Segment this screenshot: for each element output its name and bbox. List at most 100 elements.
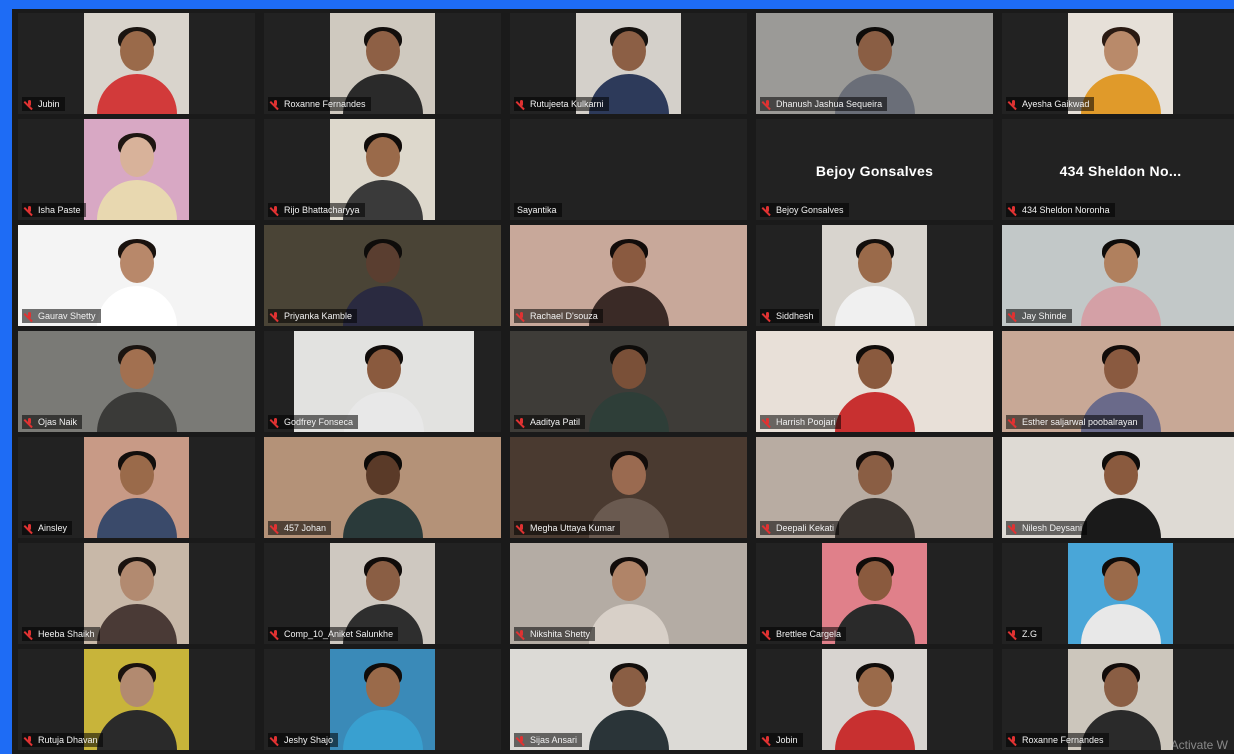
participant-tile[interactable]: Ayesha Gaikwad [1002, 13, 1234, 114]
participant-video [84, 13, 189, 114]
participant-name: Gaurav Shetty [38, 311, 96, 321]
participant-tile[interactable]: Jobin [756, 649, 993, 750]
muted-mic-icon [25, 99, 34, 109]
muted-mic-icon [763, 205, 772, 215]
participant-name: Dhanush Jashua Sequeira [776, 99, 883, 109]
participant-name-label: Priyanka Kamble [268, 309, 358, 323]
participant-name: Jubin [38, 99, 60, 109]
participant-head [365, 561, 400, 601]
participant-tile[interactable]: Megha Uttaya Kumar [510, 437, 747, 538]
participant-body [342, 498, 423, 538]
participant-name-label: Heeba Shaikh [22, 627, 100, 641]
participant-name-label: Z.G [1006, 627, 1042, 641]
participant-tile[interactable]: Nilesh Deysani [1002, 437, 1234, 538]
participant-body [96, 710, 177, 750]
participant-tile[interactable]: Aaditya Patil [510, 331, 747, 432]
participant-tile[interactable]: Deepali Kekati [756, 437, 993, 538]
participant-tile[interactable]: Nikshita Shetty [510, 543, 747, 644]
participant-video [822, 225, 927, 326]
muted-mic-icon [25, 523, 34, 533]
participant-tile[interactable]: Jeshy Shajo [264, 649, 501, 750]
participant-head [1103, 561, 1138, 601]
muted-mic-icon [763, 311, 772, 321]
participant-tile[interactable]: Sijas Ansari [510, 649, 747, 750]
participant-head [1103, 667, 1138, 707]
participant-head [857, 31, 892, 71]
participant-tile[interactable]: Siddhesh [756, 225, 993, 326]
muted-mic-icon [271, 629, 280, 639]
muted-mic-icon [1009, 311, 1018, 321]
participant-tile[interactable]: Jay Shinde [1002, 225, 1234, 326]
participant-name: Esther saljarwal poobalrayan [1022, 417, 1138, 427]
participant-tile[interactable]: Harrish Poojari [756, 331, 993, 432]
muted-mic-icon [25, 735, 34, 745]
participant-tile[interactable]: Godfrey Fonseca [264, 331, 501, 432]
participant-head [367, 349, 401, 389]
participant-tile[interactable]: Sayantika [510, 119, 747, 220]
participant-tile[interactable]: Roxanne Fernandes [264, 13, 501, 114]
participant-tile[interactable]: Heeba Shaikh [18, 543, 255, 644]
participant-body [96, 392, 177, 432]
participant-tile[interactable]: Bejoy Gonsalves Bejoy Gonsalves [756, 119, 993, 220]
participant-body [1080, 498, 1161, 538]
participant-head [365, 137, 400, 177]
muted-mic-icon [25, 311, 34, 321]
participant-head [611, 667, 646, 707]
participant-name-label: Esther saljarwal poobalrayan [1006, 415, 1143, 429]
participant-name: Sijas Ansari [530, 735, 578, 745]
participant-head [857, 455, 892, 495]
participant-name: 434 Sheldon Noronha [1022, 205, 1110, 215]
participant-name: Comp_10_Aniket Salunkhe [284, 629, 394, 639]
participant-head [611, 243, 646, 283]
participant-head [365, 243, 400, 283]
participant-head [1103, 349, 1138, 389]
participant-video [84, 437, 189, 538]
participant-tile[interactable]: Esther saljarwal poobalrayan [1002, 331, 1234, 432]
participant-name-label: Ayesha Gaikwad [1006, 97, 1095, 111]
participant-name: Jeshy Shajo [284, 735, 334, 745]
participant-name: Deepali Kekati [776, 523, 835, 533]
participant-tile[interactable]: Comp_10_Aniket Salunkhe [264, 543, 501, 644]
participant-tile[interactable]: Dhanush Jashua Sequeira [756, 13, 993, 114]
participant-name: Brettlee Cargela [776, 629, 842, 639]
participant-video [330, 649, 435, 750]
participant-tile[interactable]: Gaurav Shetty [18, 225, 255, 326]
participant-body [96, 286, 177, 326]
participant-name: Roxanne Fernandes [1022, 735, 1104, 745]
participant-name: Heeba Shaikh [38, 629, 95, 639]
participant-body [1080, 286, 1161, 326]
participant-head [365, 455, 400, 495]
participant-tile[interactable]: Priyanka Kamble [264, 225, 501, 326]
participant-body [1080, 604, 1161, 644]
participant-name: Ainsley [38, 523, 68, 533]
participant-tile[interactable]: Roxanne Fernandes [1002, 649, 1234, 750]
participant-tile[interactable]: 434 Sheldon No... 434 Sheldon Noronha [1002, 119, 1234, 220]
participant-name: Sayantika [517, 205, 557, 215]
participant-head [1103, 455, 1138, 495]
muted-mic-icon [517, 735, 526, 745]
participant-name-label: Harrish Poojari [760, 415, 841, 429]
participant-tile[interactable]: Ojas Naik [18, 331, 255, 432]
participant-name-label: Nilesh Deysani [1006, 521, 1088, 535]
participant-tile[interactable]: Z.G [1002, 543, 1234, 644]
participant-tile[interactable]: Ainsley [18, 437, 255, 538]
participant-name: Rachael D'souza [530, 311, 598, 321]
participant-tile[interactable]: Rutujeeta Kulkarni [510, 13, 747, 114]
participant-name-label: Isha Paste [22, 203, 86, 217]
participant-tile[interactable]: Isha Paste [18, 119, 255, 220]
participant-name: Isha Paste [38, 205, 81, 215]
participant-name: Rutuja Dhavan [38, 735, 98, 745]
participant-tile[interactable]: 457 Johan [264, 437, 501, 538]
participant-body [96, 498, 177, 538]
participant-name-label: 457 Johan [268, 521, 332, 535]
participant-name: Rutujeeta Kulkarni [530, 99, 604, 109]
participant-name-label: Brettlee Cargela [760, 627, 847, 641]
participant-tile[interactable]: Rijo Bhattacharyya [264, 119, 501, 220]
participant-tile[interactable]: Brettlee Cargela [756, 543, 993, 644]
muted-mic-icon [271, 205, 280, 215]
participant-tile[interactable]: Rutuja Dhavan [18, 649, 255, 750]
participant-head [611, 455, 646, 495]
muted-mic-icon [763, 417, 772, 427]
participant-tile[interactable]: Jubin [18, 13, 255, 114]
participant-tile[interactable]: Rachael D'souza [510, 225, 747, 326]
